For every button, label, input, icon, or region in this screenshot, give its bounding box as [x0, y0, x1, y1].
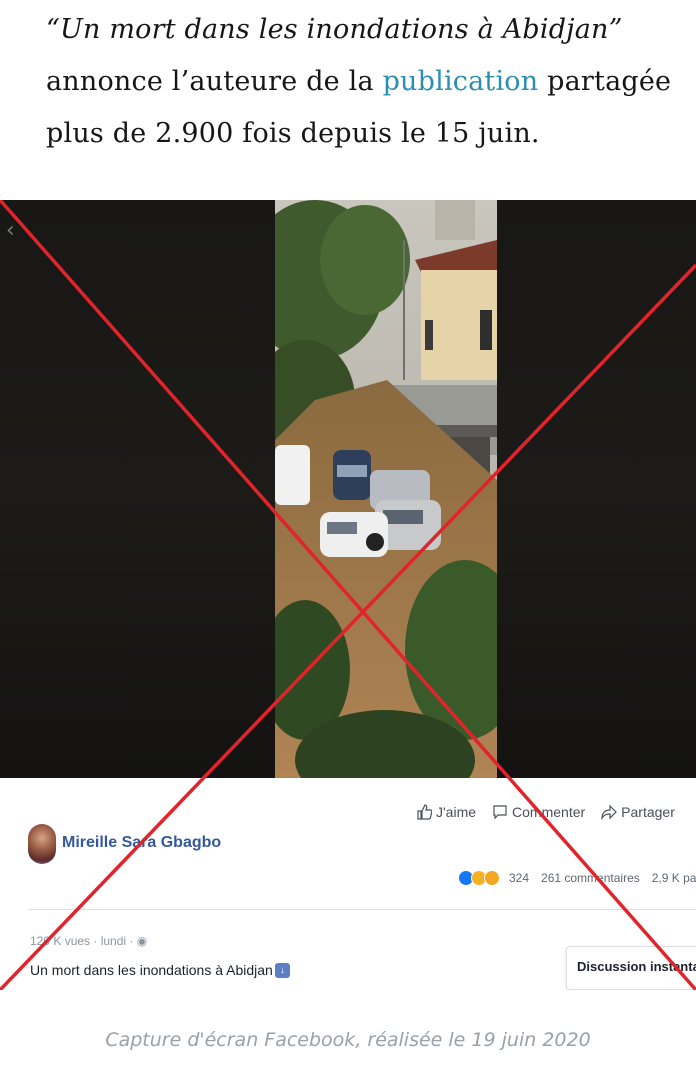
article-line-3: plus de 2.900 fois depuis le 15 juin. — [46, 118, 540, 149]
post-title-text: Un mort dans les inondations à Abidjan — [30, 962, 273, 978]
comment-label: Commenter — [512, 804, 586, 820]
share-label: Partager — [621, 804, 675, 820]
divider — [28, 909, 696, 910]
publication-link[interactable]: publication — [383, 66, 539, 97]
live-discussion-button[interactable]: Discussion instantanée — [566, 946, 696, 990]
post-actions: J'aime Commenter Partager — [416, 804, 675, 820]
like-button[interactable]: J'aime — [416, 804, 476, 820]
flood-video-frame — [275, 200, 497, 778]
article-line-2-prefix: annonce l’auteure de la — [46, 66, 383, 97]
share-icon — [601, 804, 618, 820]
article-line-2-suffix: partagée — [538, 66, 672, 97]
video-player[interactable]: ‹ — [0, 200, 696, 778]
flood-scene-image — [275, 200, 497, 778]
reactions-summary: 324 261 commentaires 2,9 K partages — [458, 870, 696, 886]
like-icon — [417, 804, 432, 820]
comment-icon — [493, 805, 507, 820]
reaction-icons[interactable] — [458, 870, 500, 886]
facebook-screenshot: ‹ J'aime Commenter Partager Mireille Sar… — [0, 200, 696, 990]
views-and-date: 120 K vues · lundi · — [30, 934, 134, 948]
discussion-label: Discussion instantanée — [577, 959, 696, 974]
globe-icon: ◉ — [136, 934, 148, 948]
comments-count[interactable]: 261 commentaires — [541, 871, 640, 885]
reaction-wow-icon — [484, 870, 500, 886]
like-label: J'aime — [436, 804, 477, 820]
post-title: Un mort dans les inondations à Abidjan ↓ — [30, 962, 290, 978]
subtitle-icon: ↓ — [274, 962, 290, 978]
share-button[interactable]: Partager — [601, 804, 675, 820]
article-quote: “Un mort dans les inondations à Abidjan” — [46, 14, 623, 45]
article-line-2: annonce l’auteure de la publication part… — [46, 56, 696, 108]
page-name[interactable]: Mireille Sara Gbagbo — [62, 834, 221, 852]
shares-count[interactable]: 2,9 K partages — [652, 871, 696, 885]
reactions-count[interactable]: 324 — [509, 871, 529, 885]
image-caption: Capture d'écran Facebook, réalisée le 19… — [105, 1029, 591, 1051]
comment-button[interactable]: Commenter — [492, 804, 585, 820]
back-arrow-icon[interactable]: ‹ — [6, 218, 15, 243]
article-paragraph: “Un mort dans les inondations à Abidjan”… — [46, 4, 696, 160]
avatar[interactable] — [28, 824, 56, 864]
post-meta: 120 K vues · lundi · ◉ — [30, 934, 147, 948]
facebook-post-panel: J'aime Commenter Partager Mireille Sara … — [0, 778, 696, 990]
